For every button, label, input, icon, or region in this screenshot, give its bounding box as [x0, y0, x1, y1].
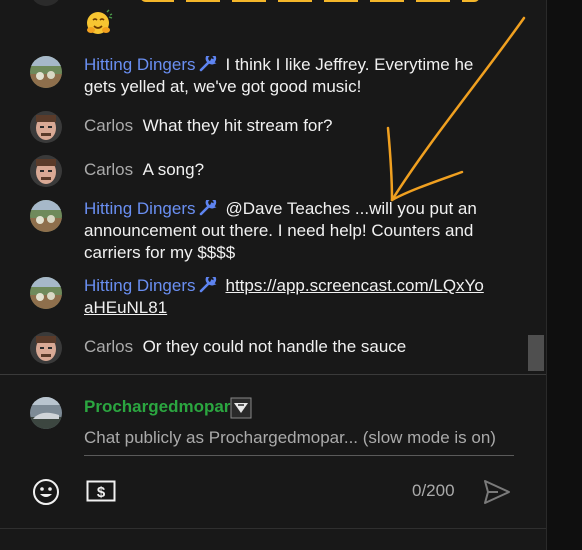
avatar[interactable] — [30, 332, 62, 364]
author-name[interactable]: Hitting Dingers — [84, 55, 196, 74]
emoji-row — [0, 0, 520, 6]
emoji-icon[interactable] — [32, 478, 60, 506]
message-text: A song? — [142, 160, 205, 179]
message-content: Hitting Dingers @Dave Teaches ...will you… — [84, 197, 484, 264]
author-name[interactable]: Carlos — [84, 160, 133, 179]
message-content: Hitting Dingers I think I like Jeffrey. E… — [84, 53, 484, 98]
wrench-icon — [198, 274, 218, 293]
author-name[interactable]: Hitting Dingers — [84, 276, 196, 295]
bottom-divider — [0, 528, 546, 529]
message-text: Or they could not handle the sauce — [142, 337, 407, 356]
avatar[interactable] — [30, 56, 62, 88]
author-name[interactable]: Carlos — [84, 337, 133, 356]
chat-composer: Prochargedmopar Chat publicly as Prochar… — [0, 375, 546, 550]
message-content: Hitting Dingers https://app.screencast.co… — [84, 274, 484, 319]
chat-messages-list[interactable]: Hitting Dingers I think I like Jeffrey. E… — [0, 0, 546, 374]
svg-text:$: $ — [97, 484, 106, 501]
message-content: Carlos Or they could not handle the sauc… — [84, 336, 484, 358]
avatar — [30, 397, 62, 429]
wrench-icon — [198, 53, 218, 72]
live-chat-panel: Hitting Dingers I think I like Jeffrey. E… — [0, 0, 546, 550]
hugging-face-icon — [84, 8, 114, 38]
avatar[interactable] — [30, 277, 62, 309]
input-underline — [84, 455, 514, 456]
user-badge-icon — [230, 397, 252, 419]
message-content: Carlos What they hit stream for? — [84, 115, 484, 137]
author-name[interactable]: Hitting Dingers — [84, 199, 196, 218]
avatar — [30, 0, 62, 6]
avatar[interactable] — [30, 111, 62, 143]
author-name[interactable]: Carlos — [84, 116, 133, 135]
avatar[interactable] — [30, 155, 62, 187]
character-counter: 0/200 — [412, 481, 455, 500]
message-content: Carlos A song? — [84, 159, 484, 181]
avatar[interactable] — [30, 200, 62, 232]
dollar-icon[interactable]: $ — [86, 480, 116, 502]
scrollbar-thumb[interactable] — [528, 335, 544, 371]
chat-input[interactable]: Chat publicly as Prochargedmopar... (slo… — [84, 427, 514, 449]
composer-username: Prochargedmopar — [84, 397, 231, 416]
send-icon[interactable] — [482, 478, 512, 506]
emoji-strip — [140, 0, 480, 2]
wrench-icon — [198, 197, 218, 216]
page-background-edge — [546, 0, 582, 550]
message-text: What they hit stream for? — [142, 116, 333, 135]
